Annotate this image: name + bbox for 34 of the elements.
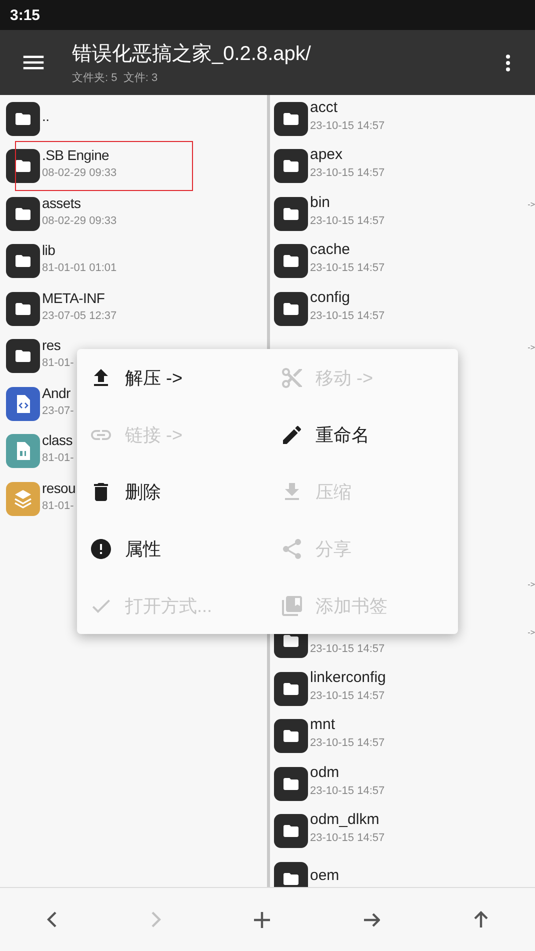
file-name: .SB Engine xyxy=(42,146,110,164)
file-date: 23-10-15 14:57 xyxy=(310,308,385,323)
symlink-arrow: -> xyxy=(528,628,535,636)
file-name: class xyxy=(42,431,74,450)
file-date: 23-10-15 14:57 xyxy=(310,214,385,228)
file-name: res xyxy=(42,336,62,354)
file-date: 23-10-15 14:57 xyxy=(310,831,385,846)
file-name: resou xyxy=(42,478,76,497)
file-date: 81-01- xyxy=(42,498,75,513)
file-date: 08-02-29 09:33 xyxy=(42,214,117,228)
file-date: 08-02-29 09:33 xyxy=(42,166,117,180)
folder-count: 文件夹: 5 文件: 3 xyxy=(72,70,159,85)
file-date: 23-07-05 12:37 xyxy=(42,308,117,323)
file-name: assets xyxy=(42,194,82,212)
file-date: 81-01-01 01:01 xyxy=(42,261,117,276)
file-date: 23-10-15 14:57 xyxy=(310,118,385,133)
symlink-arrow: -> xyxy=(528,580,535,589)
symlink-arrow: -> xyxy=(528,342,535,352)
file-name: .. xyxy=(42,106,50,125)
file-date: 23-10-15 14:57 xyxy=(310,261,385,276)
file-date: 23-10-15 14:57 xyxy=(310,688,386,703)
file-date: 23-10-15 14:57 xyxy=(310,166,385,180)
status-time: 3:15 xyxy=(10,6,40,24)
file-date: 23-10-15 14:57 xyxy=(310,736,385,750)
window-title: 错误化恶搞之家_0.2.8.apk/ xyxy=(72,42,312,67)
file-name: lib xyxy=(42,241,56,260)
file-date: 81-01- xyxy=(42,451,74,466)
symlink-arrow: -> xyxy=(528,200,535,209)
file-date: 23-07- xyxy=(42,404,74,418)
file-date: 23-10-15 14:57 xyxy=(310,784,385,798)
file-date: 23-10-15 14:57 xyxy=(310,642,385,656)
file-date: 81-01- xyxy=(42,356,74,370)
file-name: Andr xyxy=(42,384,72,402)
file-name: META-INF xyxy=(42,288,106,307)
